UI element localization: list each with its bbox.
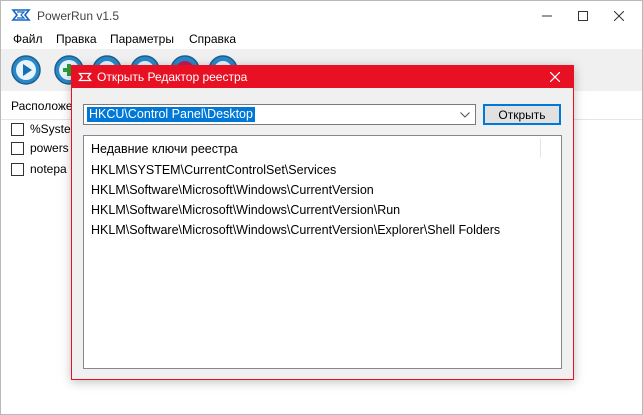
list-item[interactable]: HKLM\Software\Microsoft\Windows\CurrentV… [91,183,374,197]
dialog-titlebar: Открыть Редактор реестра [72,66,573,88]
recent-keys-list: Недавние ключи реестра HKLM\SYSTEM\Curre… [83,135,562,369]
close-icon [614,11,624,21]
maximize-icon [578,11,588,21]
registry-path-combobox[interactable]: HKCU\Control Panel\Desktop [83,104,476,125]
list-item[interactable]: HKLM\Software\Microsoft\Windows\CurrentV… [91,223,500,237]
close-icon [550,72,560,82]
app-title: PowerRun v1.5 [37,9,120,23]
powerrun-logo-icon [78,72,92,82]
registry-path-value[interactable]: HKCU\Control Panel\Desktop [87,107,255,122]
run-icon[interactable] [10,54,42,86]
checkbox[interactable] [11,162,24,176]
menubar: Файл Правка Параметры Справка [1,31,642,49]
recent-keys-header[interactable]: Недавние ключи реестра [91,142,238,156]
powerrun-logo-icon [11,9,31,21]
list-item-label: powers [30,141,69,155]
menu-help[interactable]: Справка [189,32,236,46]
minimize-icon [542,15,552,17]
dialog-title: Открыть Редактор реестра [97,70,248,84]
open-registry-dialog: Открыть Редактор реестра HKCU\Control Pa… [71,65,574,380]
list-item-label: notepa [30,162,67,176]
chevron-down-icon[interactable] [458,106,472,124]
menu-options[interactable]: Параметры [110,32,174,46]
menu-file[interactable]: Файл [13,32,43,46]
close-button[interactable] [596,1,642,31]
column-separator [540,138,541,158]
menu-edit[interactable]: Правка [56,32,97,46]
list-item[interactable]: %Syste [11,119,71,139]
list-item-label: %Syste [30,122,71,136]
list-item[interactable]: HKLM\SYSTEM\CurrentControlSet\Services [91,163,336,177]
checkbox[interactable] [11,122,24,136]
list-item[interactable]: notepa [11,159,67,179]
column-header-location[interactable]: Расположе [11,99,73,113]
checkbox[interactable] [11,141,24,155]
dialog-close-button[interactable] [537,66,573,88]
list-item[interactable]: powers [11,138,69,158]
titlebar: PowerRun v1.5 [1,1,642,31]
list-item[interactable]: HKLM\Software\Microsoft\Windows\CurrentV… [91,203,400,217]
open-button[interactable]: Открыть [483,104,561,125]
